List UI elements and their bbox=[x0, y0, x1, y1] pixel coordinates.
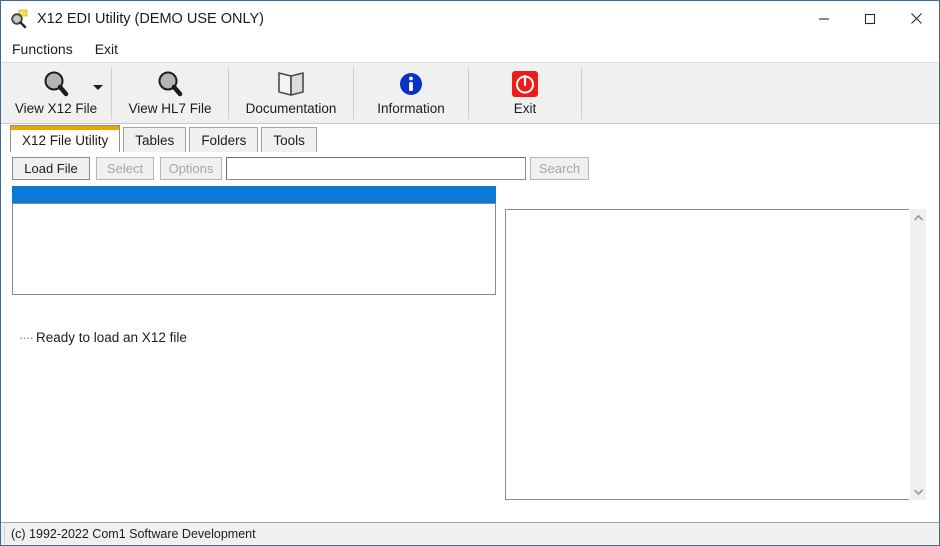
magnifier-icon bbox=[39, 68, 73, 100]
tab-strip: X12 File Utility Tables Folders Tools bbox=[1, 124, 939, 152]
toolbar-button-information[interactable]: Information bbox=[354, 63, 468, 123]
menu-item-functions[interactable]: Functions bbox=[10, 39, 81, 59]
status-message: ···· Ready to load an X12 file bbox=[19, 330, 187, 345]
chevron-down-icon[interactable] bbox=[910, 483, 926, 500]
tab-folders[interactable]: Folders bbox=[189, 127, 259, 152]
tab-label: Tables bbox=[135, 132, 175, 148]
power-exit-icon bbox=[510, 68, 540, 100]
search-input[interactable] bbox=[226, 157, 526, 180]
toolbar-label: View HL7 File bbox=[128, 101, 212, 116]
copyright-text: (c) 1992-2022 Com1 Software Development bbox=[4, 525, 256, 543]
toolbar-empty-area bbox=[582, 63, 939, 123]
button-label: Load File bbox=[24, 161, 78, 176]
application-window: X12 EDI Utility (DEMO USE ONLY) Function… bbox=[0, 0, 940, 546]
toolbar-button-documentation[interactable]: Documentation bbox=[229, 63, 353, 123]
toolbar-button-exit[interactable]: Exit bbox=[469, 63, 581, 123]
tab-tools[interactable]: Tools bbox=[261, 127, 317, 152]
status-message-dots: ···· bbox=[19, 330, 34, 345]
chevron-down-icon[interactable] bbox=[93, 85, 103, 90]
options-button[interactable]: Options bbox=[160, 157, 222, 180]
tab-label: X12 File Utility bbox=[22, 133, 109, 148]
toolbar-button-view-x12-file[interactable]: View X12 File bbox=[1, 63, 111, 123]
file-list-box[interactable] bbox=[12, 203, 496, 295]
tab-x12-file-utility[interactable]: X12 File Utility bbox=[10, 125, 121, 152]
toolbar-button-view-hl7-file[interactable]: View HL7 File bbox=[112, 63, 228, 123]
detail-view-panel[interactable] bbox=[505, 209, 917, 500]
button-label: Search bbox=[538, 161, 581, 176]
toolbar-label: Information bbox=[377, 101, 445, 116]
tab-content-panel: Load File Select Options Search ···· Read… bbox=[1, 152, 939, 526]
tab-tables[interactable]: Tables bbox=[123, 127, 187, 152]
magnifier-app-icon bbox=[9, 9, 31, 29]
menu-item-exit[interactable]: Exit bbox=[93, 39, 126, 59]
info-circle-icon bbox=[396, 68, 426, 100]
tab-label: Folders bbox=[201, 132, 247, 148]
tab-label: Tools bbox=[273, 132, 305, 148]
close-icon[interactable] bbox=[893, 1, 939, 36]
magnifier-icon bbox=[153, 68, 187, 100]
button-label: Options bbox=[168, 161, 214, 176]
detail-panel-scrollbar[interactable] bbox=[909, 209, 926, 500]
toolbar: View X12 File View HL7 File Documentatio… bbox=[1, 62, 939, 124]
window-title: X12 EDI Utility (DEMO USE ONLY) bbox=[37, 10, 264, 27]
load-file-button[interactable]: Load File bbox=[12, 157, 90, 180]
window-controls bbox=[801, 1, 939, 36]
toolbar-label: View X12 File bbox=[14, 101, 98, 116]
toolbar-label: Exit bbox=[513, 101, 537, 116]
minimize-icon[interactable] bbox=[801, 1, 847, 36]
status-message-text: Ready to load an X12 file bbox=[35, 330, 187, 345]
file-list-selected-row[interactable] bbox=[12, 186, 496, 203]
status-bar: (c) 1992-2022 Com1 Software Development bbox=[1, 522, 939, 545]
button-label: Select bbox=[106, 161, 144, 176]
open-book-icon bbox=[274, 68, 308, 100]
title-bar: X12 EDI Utility (DEMO USE ONLY) bbox=[1, 1, 939, 36]
maximize-icon[interactable] bbox=[847, 1, 893, 36]
select-button[interactable]: Select bbox=[96, 157, 154, 180]
search-button[interactable]: Search bbox=[530, 157, 589, 180]
toolbar-label: Documentation bbox=[245, 101, 337, 116]
action-button-row: Load File Select Options Search bbox=[1, 152, 939, 186]
menu-bar: Functions Exit bbox=[1, 36, 939, 62]
chevron-up-icon[interactable] bbox=[910, 209, 926, 226]
